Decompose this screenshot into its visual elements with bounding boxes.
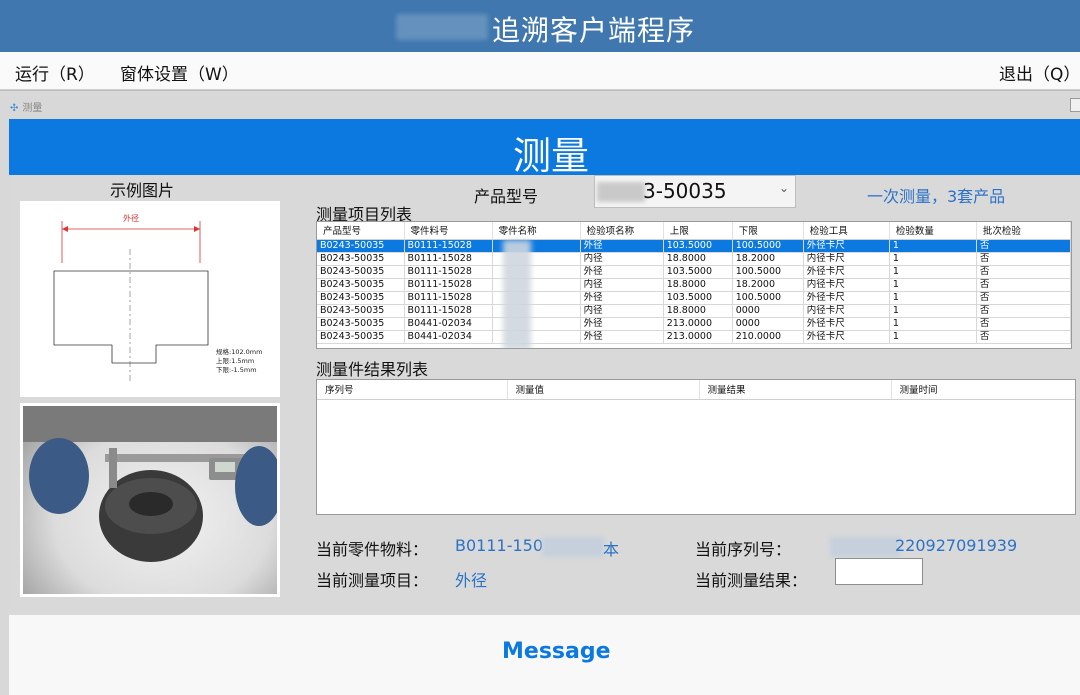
current-item-label: 当前测量项目：	[316, 571, 429, 590]
drawing-lower: 下限:-1.5mm	[216, 365, 257, 374]
example-photo	[20, 403, 280, 597]
table-row[interactable]: B0243-50035 B0441-02034 外径 213.0000 0000 外径卡尺…	[317, 317, 1071, 331]
window-app-icon: ✣	[10, 103, 19, 114]
column-header[interactable]: 下限	[732, 222, 804, 240]
menu-bar: 运行（R） 窗体设置（W） 退出（Q）	[0, 52, 1080, 90]
redacted-region	[542, 537, 604, 557]
column-header[interactable]: 批次检验	[976, 222, 1071, 240]
message-area: Message	[9, 615, 1080, 695]
column-header[interactable]: 检验工具	[803, 222, 890, 240]
app-title-bar: 追溯客户端程序	[0, 0, 1080, 52]
product-model-select[interactable]: 3-50035 ⌄	[594, 175, 796, 208]
redacted-region	[830, 537, 900, 557]
table-row[interactable]: B0243-50035 B0111-15028 内径 18.8000 18.2000 内径…	[317, 252, 1071, 266]
product-model-value: 3-50035	[643, 179, 727, 203]
child-window-control-button[interactable]	[1070, 98, 1080, 112]
part-drawing-image: 外径 规格:102.0mm 上限:1.5mm 下限:-1.5mm	[53, 213, 262, 383]
column-header[interactable]: 检验项名称	[580, 222, 664, 240]
current-material-label: 当前零件物料：	[316, 540, 429, 559]
drawing-spec: 规格:102.0mm	[216, 347, 262, 356]
menu-window-settings[interactable]: 窗体设置（W）	[120, 60, 239, 85]
measure-child-window: ✣ 测量 测量 示例图片 外径 规格:102.0mm 上限:1.5mm 下限:-1…	[0, 90, 1080, 695]
menu-run[interactable]: 运行（R）	[15, 60, 95, 85]
redacted-region	[503, 240, 531, 348]
current-material-value: B0111-150	[455, 536, 544, 555]
column-header[interactable]: 测量时间	[891, 380, 1075, 400]
column-header[interactable]: 测量结果	[699, 380, 892, 400]
menu-exit[interactable]: 退出（Q）	[999, 60, 1080, 85]
column-header[interactable]: 上限	[663, 222, 733, 240]
current-serial-value: 220927091939	[895, 536, 1018, 555]
measure-items-table[interactable]: 产品型号 零件料号 零件名称 检验项名称 上限 下限 检验工具 检验数量 批次检…	[316, 221, 1072, 349]
example-drawing: 外径 规格:102.0mm 上限:1.5mm 下限:-1.5mm	[20, 201, 280, 397]
column-header[interactable]: 序列号	[317, 380, 508, 400]
table-row[interactable]: B0243-50035 B0111-15028 外径 103.5000 100.5000…	[317, 265, 1071, 279]
measure-mode-text: 一次测量，3套产品	[867, 187, 1006, 206]
app-title: 追溯客户端程序	[492, 14, 696, 47]
table-row[interactable]: B0243-50035 B0111-15028 外径 103.5000 100.5000…	[317, 239, 1071, 253]
drawing-dimension-label: 外径	[123, 213, 139, 223]
caliper-photo-image	[23, 406, 277, 594]
results-table-label: 测量件结果列表	[316, 360, 429, 379]
current-result-label: 当前测量结果：	[695, 571, 808, 590]
table-row[interactable]: B0243-50035 B0111-15028 内径 18.8000 0000 内径卡尺 1…	[317, 304, 1071, 318]
items-table-header: 产品型号 零件料号 零件名称 检验项名称 上限 下限 检验工具 检验数量 批次检…	[317, 222, 1071, 240]
drawing-upper: 上限:1.5mm	[216, 356, 254, 365]
table-row[interactable]: B0243-50035 B0441-02034 外径 213.0000 210.0000…	[317, 330, 1071, 344]
banner-title: 测量	[513, 134, 590, 178]
column-header[interactable]: 零件料号	[404, 222, 493, 240]
table-row[interactable]: B0243-50035 B0111-15028 内径 18.8000 18.2000 内径…	[317, 278, 1071, 292]
redacted-region	[597, 182, 645, 202]
measure-content: 示例图片 外径 规格:102.0mm 上限:1.5mm 下限:-1.5mm 产品…	[9, 175, 1080, 615]
message-text: Message	[502, 639, 611, 664]
column-header[interactable]: 检验数量	[889, 222, 977, 240]
column-header[interactable]: 测量值	[507, 380, 700, 400]
column-header[interactable]: 产品型号	[317, 222, 405, 240]
measure-results-table[interactable]: 序列号 测量值 测量结果 测量时间	[316, 379, 1076, 515]
measure-banner: 测量	[9, 119, 1080, 178]
column-header[interactable]: 零件名称	[492, 222, 581, 240]
product-model-label: 产品型号	[474, 187, 539, 206]
example-image-label: 示例图片	[110, 181, 175, 200]
current-serial-label: 当前序列号：	[695, 540, 792, 559]
results-table-header: 序列号 测量值 测量结果 测量时间	[317, 380, 1075, 400]
chevron-down-icon[interactable]: ⌄	[779, 181, 789, 195]
table-row[interactable]: B0243-50035 B0111-15028 外径 103.5000 100.5000…	[317, 291, 1071, 305]
current-result-field	[835, 558, 923, 585]
current-material-value-suffix: 本	[603, 540, 620, 559]
child-window-title: ✣ 测量	[10, 103, 43, 114]
current-item-value: 外径	[455, 571, 488, 590]
redacted-region	[396, 14, 488, 40]
